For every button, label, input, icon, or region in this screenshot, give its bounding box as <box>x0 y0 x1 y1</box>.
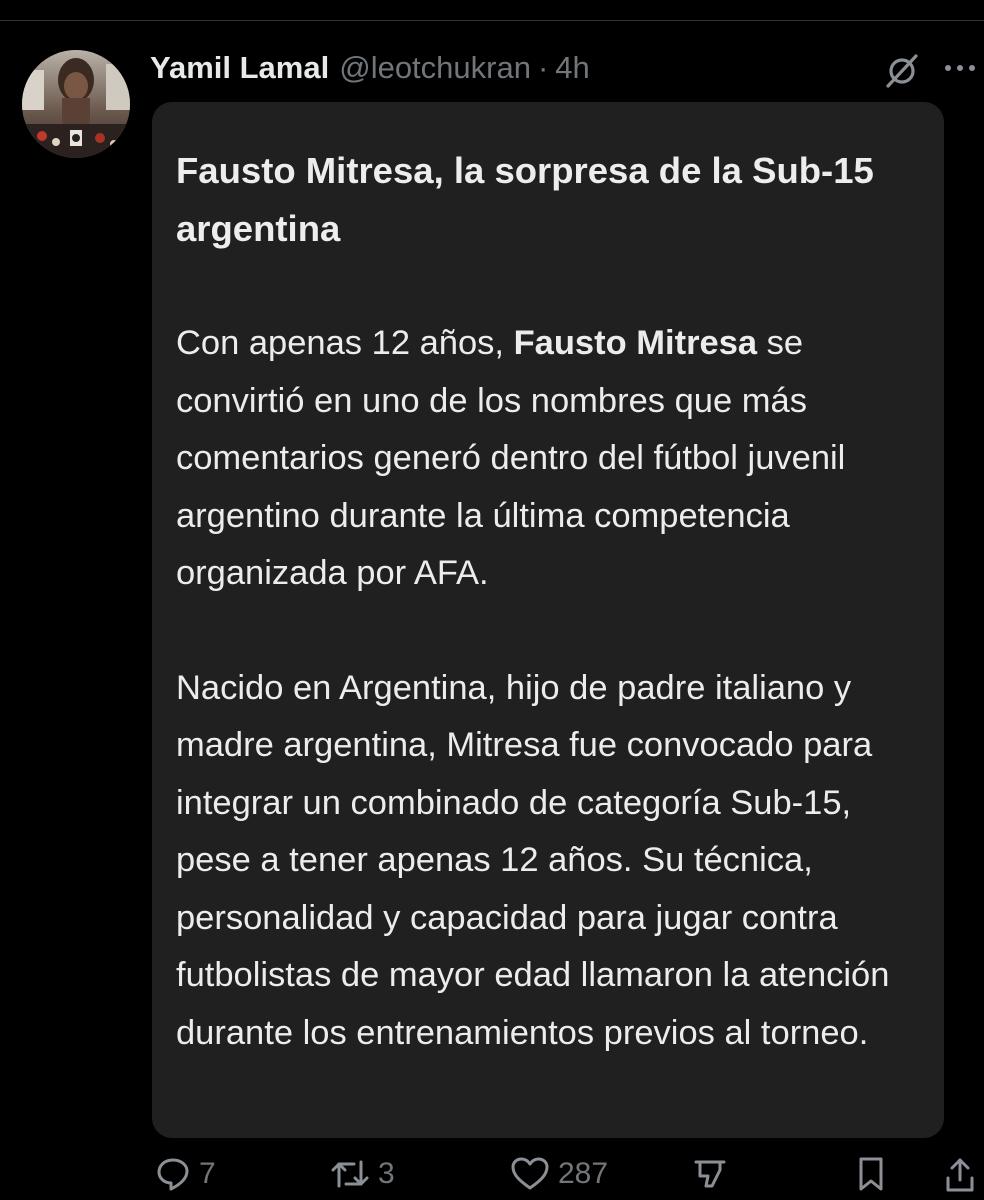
reply-count: 7 <box>199 1157 216 1190</box>
paragraph-1-rest: se convirtió en uno de los nombres que m… <box>176 324 846 592</box>
article-paragraph-1: Con apenas 12 años, Fausto Mitresa se co… <box>176 315 918 603</box>
paragraph-1-start: Con apenas 12 años, <box>176 324 514 362</box>
post-time[interactable]: 4h <box>555 50 589 86</box>
repost-count: 3 <box>378 1157 395 1190</box>
repost-button[interactable]: 3 <box>330 1156 395 1192</box>
more-icon[interactable] <box>940 56 984 80</box>
repost-icon <box>330 1156 370 1192</box>
bookmark-icon <box>855 1156 887 1192</box>
views-button[interactable] <box>690 1156 730 1192</box>
article-title: Fausto Mitresa, la sorpresa de la Sub-15… <box>176 150 874 249</box>
player-name-bold: Fausto Mitresa <box>513 324 758 362</box>
share-button[interactable] <box>942 1156 978 1194</box>
grok-icon[interactable] <box>882 50 922 90</box>
author-handle[interactable]: @leotchukran <box>339 50 531 86</box>
avatar[interactable] <box>22 50 130 158</box>
top-divider <box>0 20 984 21</box>
article-card[interactable]: Fausto Mitresa, la sorpresa de la Sub-15… <box>152 102 944 1138</box>
like-icon <box>510 1156 550 1192</box>
reply-button[interactable]: 7 <box>155 1156 216 1192</box>
action-bar: 7 3 287 <box>0 1152 984 1200</box>
reply-icon <box>155 1156 191 1192</box>
header-separator: · <box>537 50 549 85</box>
like-count: 287 <box>558 1157 609 1190</box>
views-icon <box>690 1156 730 1192</box>
like-button[interactable]: 287 <box>510 1156 608 1192</box>
article-paragraph-2: Nacido en Argentina, hijo de padre itali… <box>176 668 890 1052</box>
bookmark-button[interactable] <box>855 1156 887 1192</box>
author-name[interactable]: Yamil Lamal <box>150 50 329 86</box>
share-icon <box>942 1156 978 1194</box>
post-header: Yamil Lamal @leotchukran · 4h <box>150 48 590 88</box>
